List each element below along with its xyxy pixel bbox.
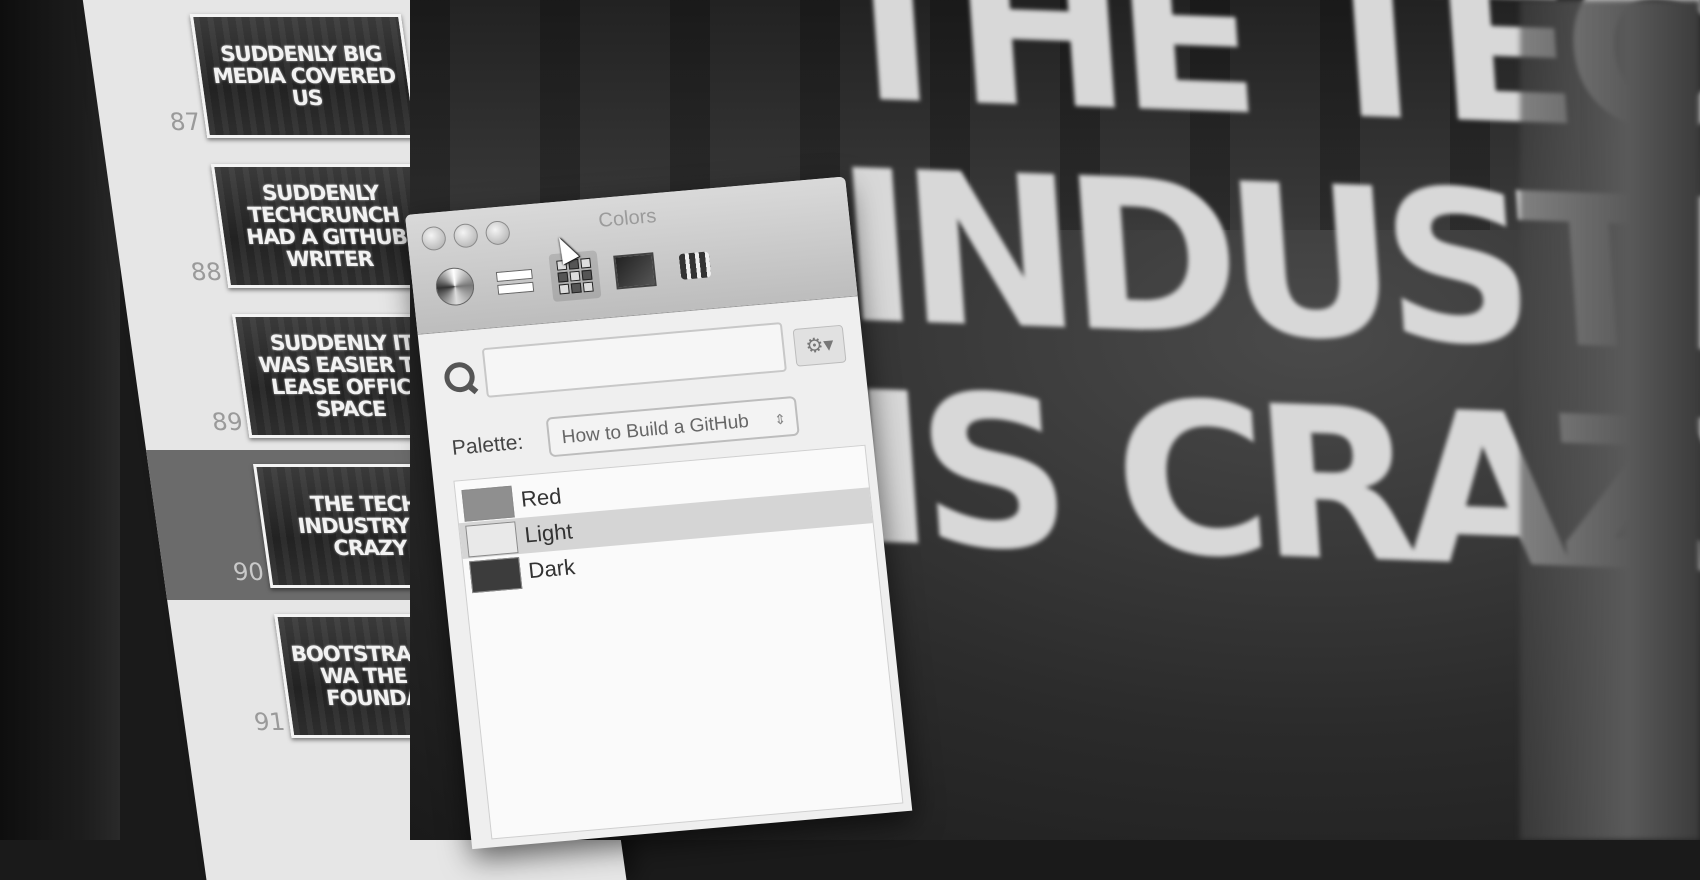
colors-panel[interactable]: Colors ⚙▾ Palette: How to Build a GitHub… [405,176,913,850]
screen-edge [1520,0,1700,840]
palette-select-value: How to Build a GitHub [560,411,750,449]
color-name: Red [519,483,563,512]
slide-number: 91 [252,708,287,736]
color-sliders-icon[interactable] [488,255,541,307]
slide-number: 88 [189,258,224,286]
palette-select[interactable]: How to Build a GitHub ⇕ [545,395,800,458]
search-icon [442,361,479,395]
image-palettes-icon[interactable] [608,245,661,297]
slide-number: 89 [210,408,245,436]
chevron-updown-icon: ⇕ [773,410,787,428]
color-name: Light [523,518,574,548]
palette-label: Palette: [450,430,525,460]
color-swatch [468,557,523,594]
slide-thumbnail[interactable]: SUDDENLY TECHCRUNCH HAD A GITHUB WRITER [210,164,440,288]
color-name: Dark [527,554,577,584]
color-swatch [461,485,515,522]
slide-number: 87 [167,108,203,136]
slide-thumbnail-title: SUDDENLY TECHCRUNCH HAD A GITHUB WRITER [244,181,409,271]
slide-thumbnail[interactable]: SUDDENLY BIG MEDIA COVERED US [189,14,419,138]
gear-icon[interactable]: ⚙▾ [792,324,847,367]
slide-number: 90 [231,558,266,586]
color-swatch [465,521,519,558]
search-input[interactable] [481,322,787,398]
color-list[interactable]: Red Light Dark [453,444,904,840]
crayons-icon[interactable] [668,240,721,292]
slide-thumbnail-title: SUDDENLY BIG MEDIA COVERED US [211,42,397,110]
color-wheel-icon[interactable] [428,261,481,313]
